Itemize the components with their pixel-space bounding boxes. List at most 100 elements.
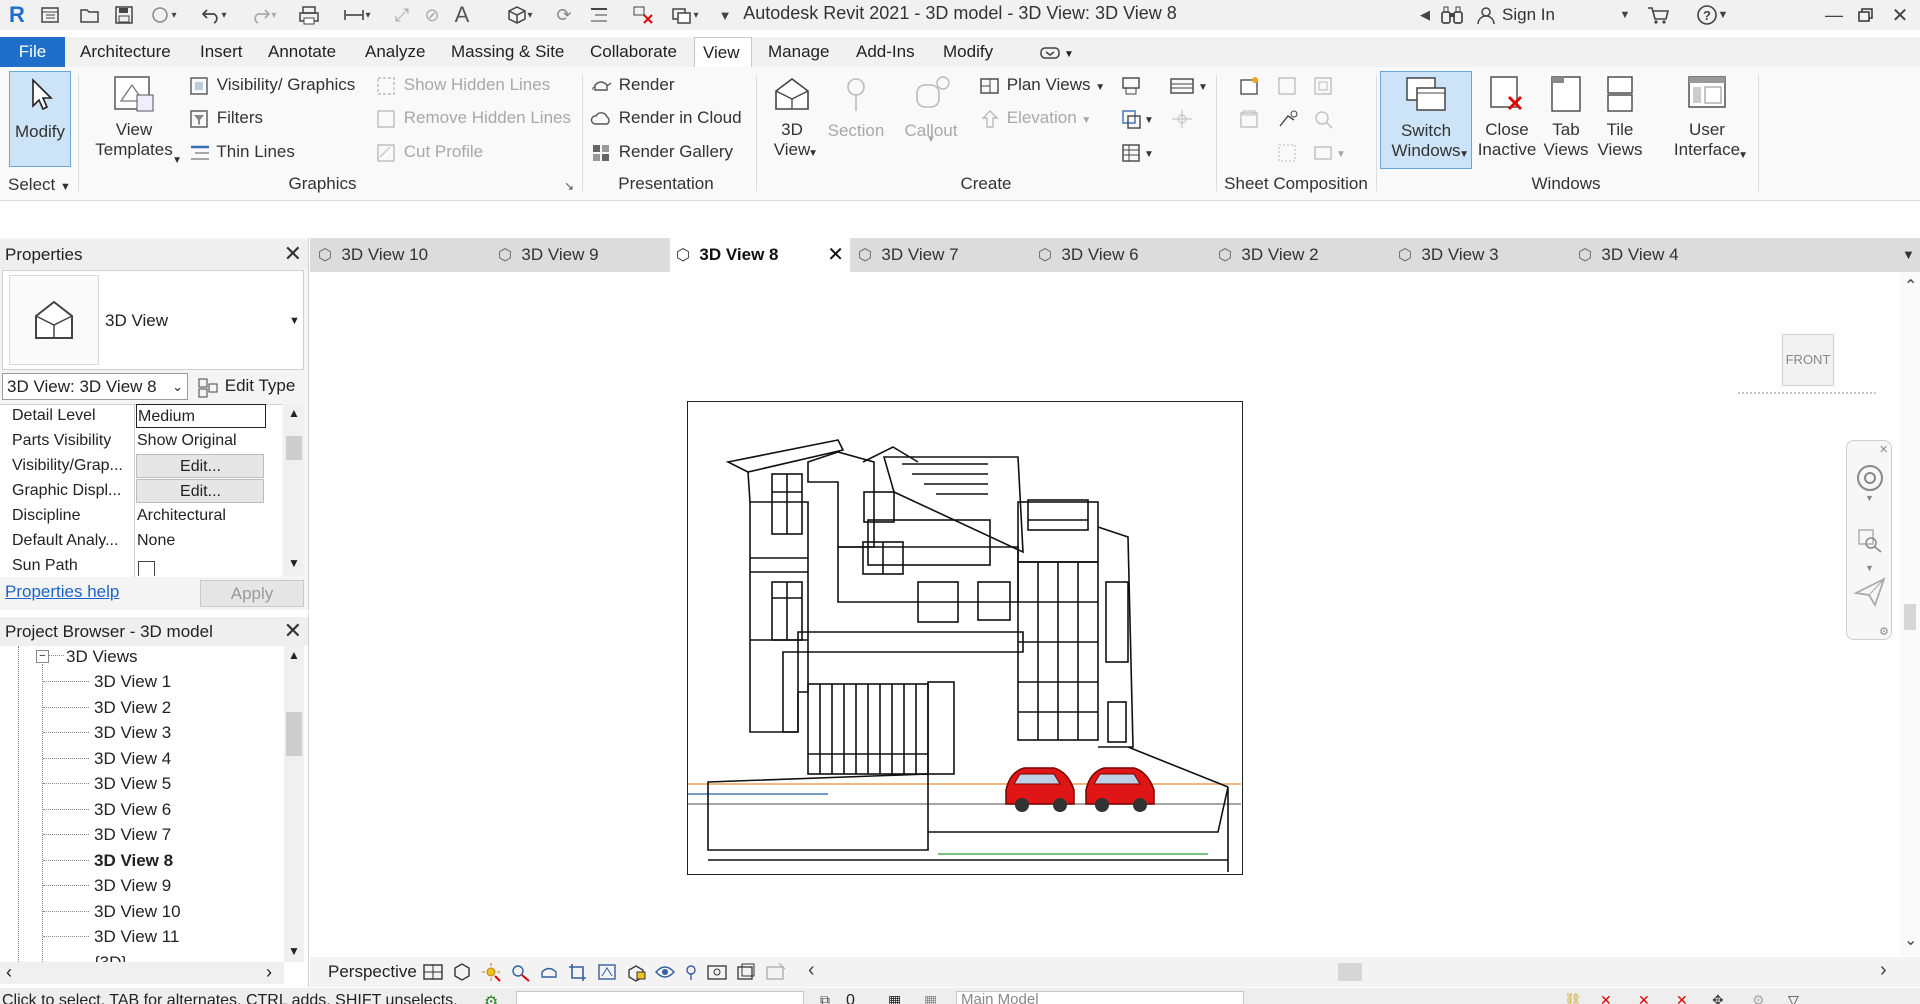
text-icon[interactable]: A	[450, 2, 474, 27]
tree-item-view[interactable]: 3D View 1	[94, 669, 171, 694]
drag-elements-icon[interactable]: ✥	[1712, 992, 1724, 1004]
active-workset-field[interactable]	[516, 991, 804, 1004]
cut-profile-button[interactable]: Cut Profile	[375, 139, 483, 165]
shadows-icon[interactable]	[509, 962, 531, 982]
measure-icon[interactable]: ▾	[340, 4, 374, 26]
tab-manage[interactable]: Manage	[760, 37, 837, 67]
scroll-thumb[interactable]	[286, 436, 302, 460]
fly-paper-plane-icon[interactable]	[1853, 575, 1887, 614]
tab-analyze[interactable]: Analyze	[357, 37, 433, 67]
scroll-down-icon[interactable]: ▼	[288, 944, 300, 958]
scroll-thumb[interactable]	[286, 712, 302, 756]
render-dialog-icon[interactable]	[538, 962, 560, 982]
crop-region[interactable]	[687, 401, 1243, 875]
scroll-right-icon[interactable]: ›	[1880, 959, 1887, 982]
properties-close-icon[interactable]: ✕	[284, 240, 302, 268]
render-gallery-button[interactable]: Render Gallery	[590, 139, 733, 165]
analytical-model-icon[interactable]	[735, 962, 757, 982]
crop-view-icon[interactable]	[567, 962, 589, 982]
3d-view-button[interactable]: 3D View ▼	[764, 73, 820, 169]
zoom-region-icon[interactable]	[1855, 527, 1885, 558]
scroll-down-icon[interactable]: ▼	[288, 556, 300, 570]
title-block-button[interactable]	[1276, 72, 1300, 98]
zoom-dropdown-icon[interactable]: ▼	[1865, 563, 1874, 573]
cart-icon[interactable]	[1644, 4, 1672, 26]
type-dropdown-icon[interactable]: ▼	[289, 315, 300, 327]
scroll-thumb[interactable]	[1904, 604, 1916, 630]
tree-item-view[interactable]: 3D View 7	[94, 822, 171, 847]
drafting-view-button[interactable]	[1120, 72, 1144, 98]
detail-level-field[interactable]: Medium	[136, 404, 266, 428]
minimize-icon[interactable]: —	[1824, 4, 1844, 26]
scroll-left-icon[interactable]: ‹	[6, 962, 12, 982]
tree-item-view[interactable]: 3D View 8	[94, 848, 173, 873]
exclude-options-icon[interactable]: ▦	[924, 992, 937, 1004]
view-templates-button[interactable]: View Templates ▼	[88, 73, 182, 169]
unlocked-3d-view-icon[interactable]	[625, 962, 647, 982]
scroll-up-icon[interactable]: ⌃	[1904, 276, 1917, 296]
close-hidden-windows-icon[interactable]	[630, 4, 656, 26]
tree-item-view[interactable]: 3D View 6	[94, 797, 171, 822]
close-inactive-button[interactable]: Close Inactive	[1476, 73, 1538, 169]
worksets-icon[interactable]: ⚙	[484, 992, 498, 1004]
view-tabs-overflow-icon[interactable]: ▼	[1902, 238, 1915, 272]
edit-type-button[interactable]: Edit Type	[196, 373, 295, 400]
main-model-selector[interactable]: Main Model	[956, 991, 1244, 1004]
select-links-icon[interactable]: ⛓	[1564, 992, 1582, 1004]
matchline-button[interactable]	[1312, 105, 1336, 131]
detail-level-icon[interactable]	[422, 962, 444, 982]
tab-architecture[interactable]: Architecture	[72, 37, 179, 67]
temporary-hide-icon[interactable]	[654, 962, 676, 982]
view-tab[interactable]: ⬡ 3D View 7	[858, 238, 959, 272]
view-reference-button[interactable]	[1276, 139, 1300, 165]
tree-group-3d-views[interactable]: 3D Views	[66, 644, 138, 669]
tree-item-view[interactable]: 3D View 11	[94, 924, 179, 949]
collapse-toggle-icon[interactable]: −	[36, 650, 49, 663]
modify-button[interactable]: Modify	[9, 71, 71, 167]
browser-vertical-scrollbar[interactable]: ▲ ▼	[284, 646, 304, 962]
filters-button[interactable]: Filters	[188, 105, 263, 131]
duplicate-view-button[interactable]: ▼	[1120, 105, 1154, 131]
drawing-vertical-scrollbar[interactable]: ⌃ ⌄	[1900, 272, 1920, 956]
worksharing-display-icon[interactable]	[706, 962, 728, 982]
filter-icon[interactable]: ▽	[1788, 992, 1799, 1004]
tile-views-button[interactable]: Tile Views	[1594, 73, 1646, 169]
default-3d-view-icon[interactable]: ▾	[502, 4, 538, 26]
elevation-button[interactable]: Elevation ▼	[978, 105, 1091, 131]
steering-wheel-dropdown-icon[interactable]: ▼	[1865, 493, 1874, 503]
apply-button[interactable]: Apply	[200, 580, 304, 607]
tab-massing-site[interactable]: Massing & Site	[443, 37, 572, 67]
viewcube-compass-ring[interactable]	[1738, 384, 1876, 394]
highlight-displacement-icon[interactable]	[764, 962, 786, 982]
view-tab[interactable]: ⬡ 3D View 3	[1398, 238, 1499, 272]
tree-item-view[interactable]: 3D View 9	[94, 873, 171, 898]
sign-in-dropdown-icon[interactable]: ▼	[1618, 4, 1632, 26]
browser-horizontal-scrollbar[interactable]: ‹ ›	[0, 962, 284, 984]
select-by-face-icon[interactable]: ✕	[1676, 992, 1688, 1004]
scroll-left-icon[interactable]: ‹	[808, 959, 815, 982]
open-icon[interactable]	[78, 4, 102, 26]
revisions-button[interactable]	[1238, 105, 1262, 131]
redo-icon[interactable]: ▾	[246, 4, 282, 26]
ribbon-minimize-toggle[interactable]: ▼	[1032, 37, 1082, 67]
tab-view[interactable]: View	[694, 37, 752, 68]
view-tab-active[interactable]: ⬡ 3D View 8 ✕	[670, 238, 850, 272]
thin-lines-icon[interactable]	[586, 4, 612, 26]
select-underlay-icon[interactable]: ✕	[1600, 992, 1612, 1004]
save-icon[interactable]	[112, 4, 136, 26]
project-browser-close-icon[interactable]: ✕	[284, 617, 302, 645]
search-collapse-icon[interactable]: ◀	[1418, 4, 1432, 26]
sun-path-icon[interactable]	[480, 962, 502, 982]
view-tab[interactable]: ⬡ 3D View 2	[1218, 238, 1319, 272]
tab-file[interactable]: File	[0, 37, 65, 67]
properties-help-link[interactable]: Properties help	[5, 582, 119, 602]
scroll-down-icon[interactable]: ⌄	[1904, 930, 1917, 950]
switch-windows-icon[interactable]: ▾	[664, 4, 706, 26]
graphics-dialog-launcher-icon[interactable]: ↘	[564, 179, 574, 193]
sync-icon[interactable]: ▾	[146, 4, 180, 26]
navbar-options-icon[interactable]: ⚙	[1879, 625, 1889, 638]
plan-views-button[interactable]: Plan Views ▼	[978, 72, 1105, 98]
tab-views-button[interactable]: Tab Views	[1540, 73, 1592, 169]
show-hidden-lines-button[interactable]: Show Hidden Lines	[375, 72, 550, 98]
tab-collaborate[interactable]: Collaborate	[582, 37, 685, 67]
